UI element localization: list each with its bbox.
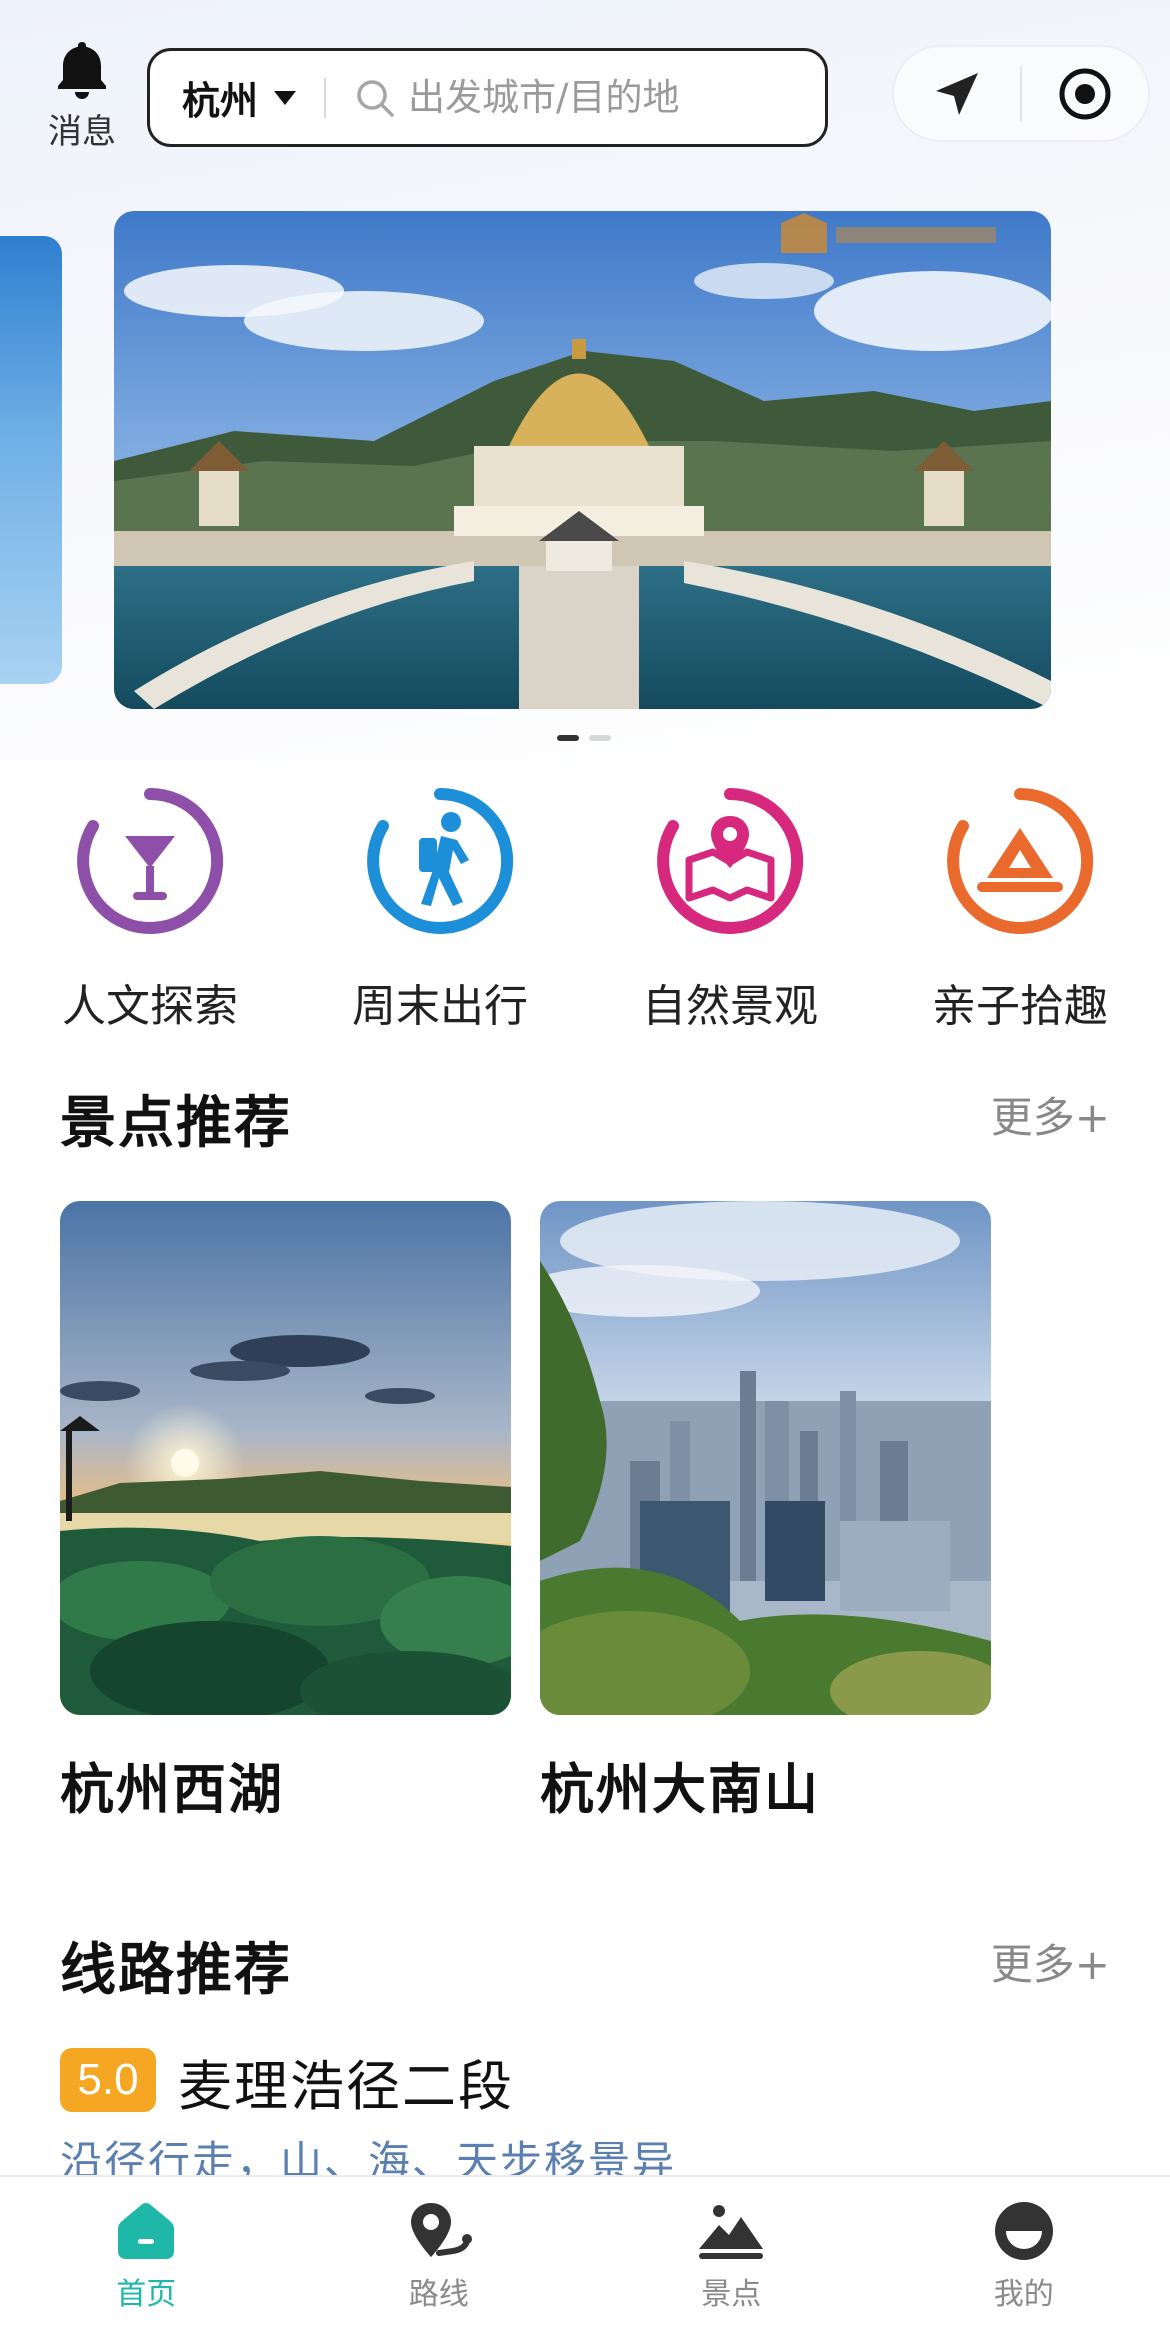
route-rating-badge: 5.0 xyxy=(60,2048,156,2112)
close-miniprogram-button[interactable] xyxy=(1022,47,1148,140)
location-button[interactable] xyxy=(894,47,1020,140)
attractions-section-title: 景点推荐 xyxy=(60,1091,292,1156)
search-divider xyxy=(324,77,327,118)
carousel-dot xyxy=(589,735,611,741)
hiker-icon xyxy=(367,788,514,934)
capsule-menu xyxy=(892,45,1150,142)
attraction-card-west-lake[interactable] xyxy=(60,1201,511,1715)
tab-label: 首页 xyxy=(116,2277,177,2312)
messages-button[interactable]: 消息 xyxy=(42,38,122,158)
attraction-name: 杭州大南山 xyxy=(540,1758,820,1821)
routes-more-link[interactable]: 更多+ xyxy=(991,1931,1110,1992)
city-selector[interactable]: 杭州 xyxy=(150,51,297,144)
danan-mountain-image xyxy=(540,1201,991,1715)
attraction-card-danan-mountain[interactable] xyxy=(540,1201,991,1715)
tab-routes[interactable]: 路线 xyxy=(293,2177,586,2348)
tent-icon xyxy=(947,788,1094,934)
home-icon xyxy=(118,2203,175,2259)
tab-attractions[interactable]: 景点 xyxy=(585,2177,878,2348)
temple-lake-image xyxy=(114,211,1051,709)
category-nature[interactable]: 自然景观 xyxy=(620,786,840,1046)
navigation-arrow-icon xyxy=(936,72,978,115)
map-pin-icon xyxy=(657,788,804,934)
caret-down-icon xyxy=(274,90,297,105)
category-label: 人文探索 xyxy=(62,981,238,1032)
messages-label: 消息 xyxy=(48,112,116,152)
search-bar[interactable]: 杭州 xyxy=(147,48,828,147)
banner-slide-temple[interactable] xyxy=(114,211,1051,709)
route-icon xyxy=(410,2203,472,2257)
tab-label: 路线 xyxy=(408,2277,469,2312)
attractions-more-link[interactable]: 更多+ xyxy=(991,1084,1110,1145)
bell-icon xyxy=(58,42,106,99)
profile-icon xyxy=(994,2202,1053,2260)
search-icon xyxy=(357,79,394,117)
carousel-dot-active xyxy=(557,735,579,741)
routes-section-title: 线路推荐 xyxy=(60,1938,292,2003)
mountain-icon xyxy=(699,2205,764,2259)
attraction-name: 杭州西湖 xyxy=(60,1758,284,1821)
banner-previous-slide[interactable] xyxy=(0,236,62,684)
search-input[interactable] xyxy=(408,76,749,119)
bottom-tab-bar: 首页 路线 景点 我的 xyxy=(0,2175,1170,2348)
target-icon xyxy=(1059,68,1111,119)
tab-home[interactable]: 首页 xyxy=(0,2177,293,2348)
category-label: 周末出行 xyxy=(352,981,528,1032)
route-name[interactable]: 麦理浩径二段 xyxy=(178,2042,514,2121)
category-family[interactable]: 亲子拾趣 xyxy=(910,786,1130,1046)
category-weekend[interactable]: 周末出行 xyxy=(330,786,550,1046)
category-label: 亲子拾趣 xyxy=(932,981,1108,1032)
west-lake-image xyxy=(60,1201,511,1715)
tab-label: 景点 xyxy=(701,2277,762,2312)
city-label: 杭州 xyxy=(182,79,259,123)
carousel-indicator xyxy=(557,735,611,741)
category-label: 自然景观 xyxy=(642,981,818,1032)
cocktail-glass-icon xyxy=(77,788,224,934)
tab-label: 我的 xyxy=(993,2277,1054,2312)
tab-profile[interactable]: 我的 xyxy=(878,2177,1170,2348)
category-culture[interactable]: 人文探索 xyxy=(40,786,260,1046)
